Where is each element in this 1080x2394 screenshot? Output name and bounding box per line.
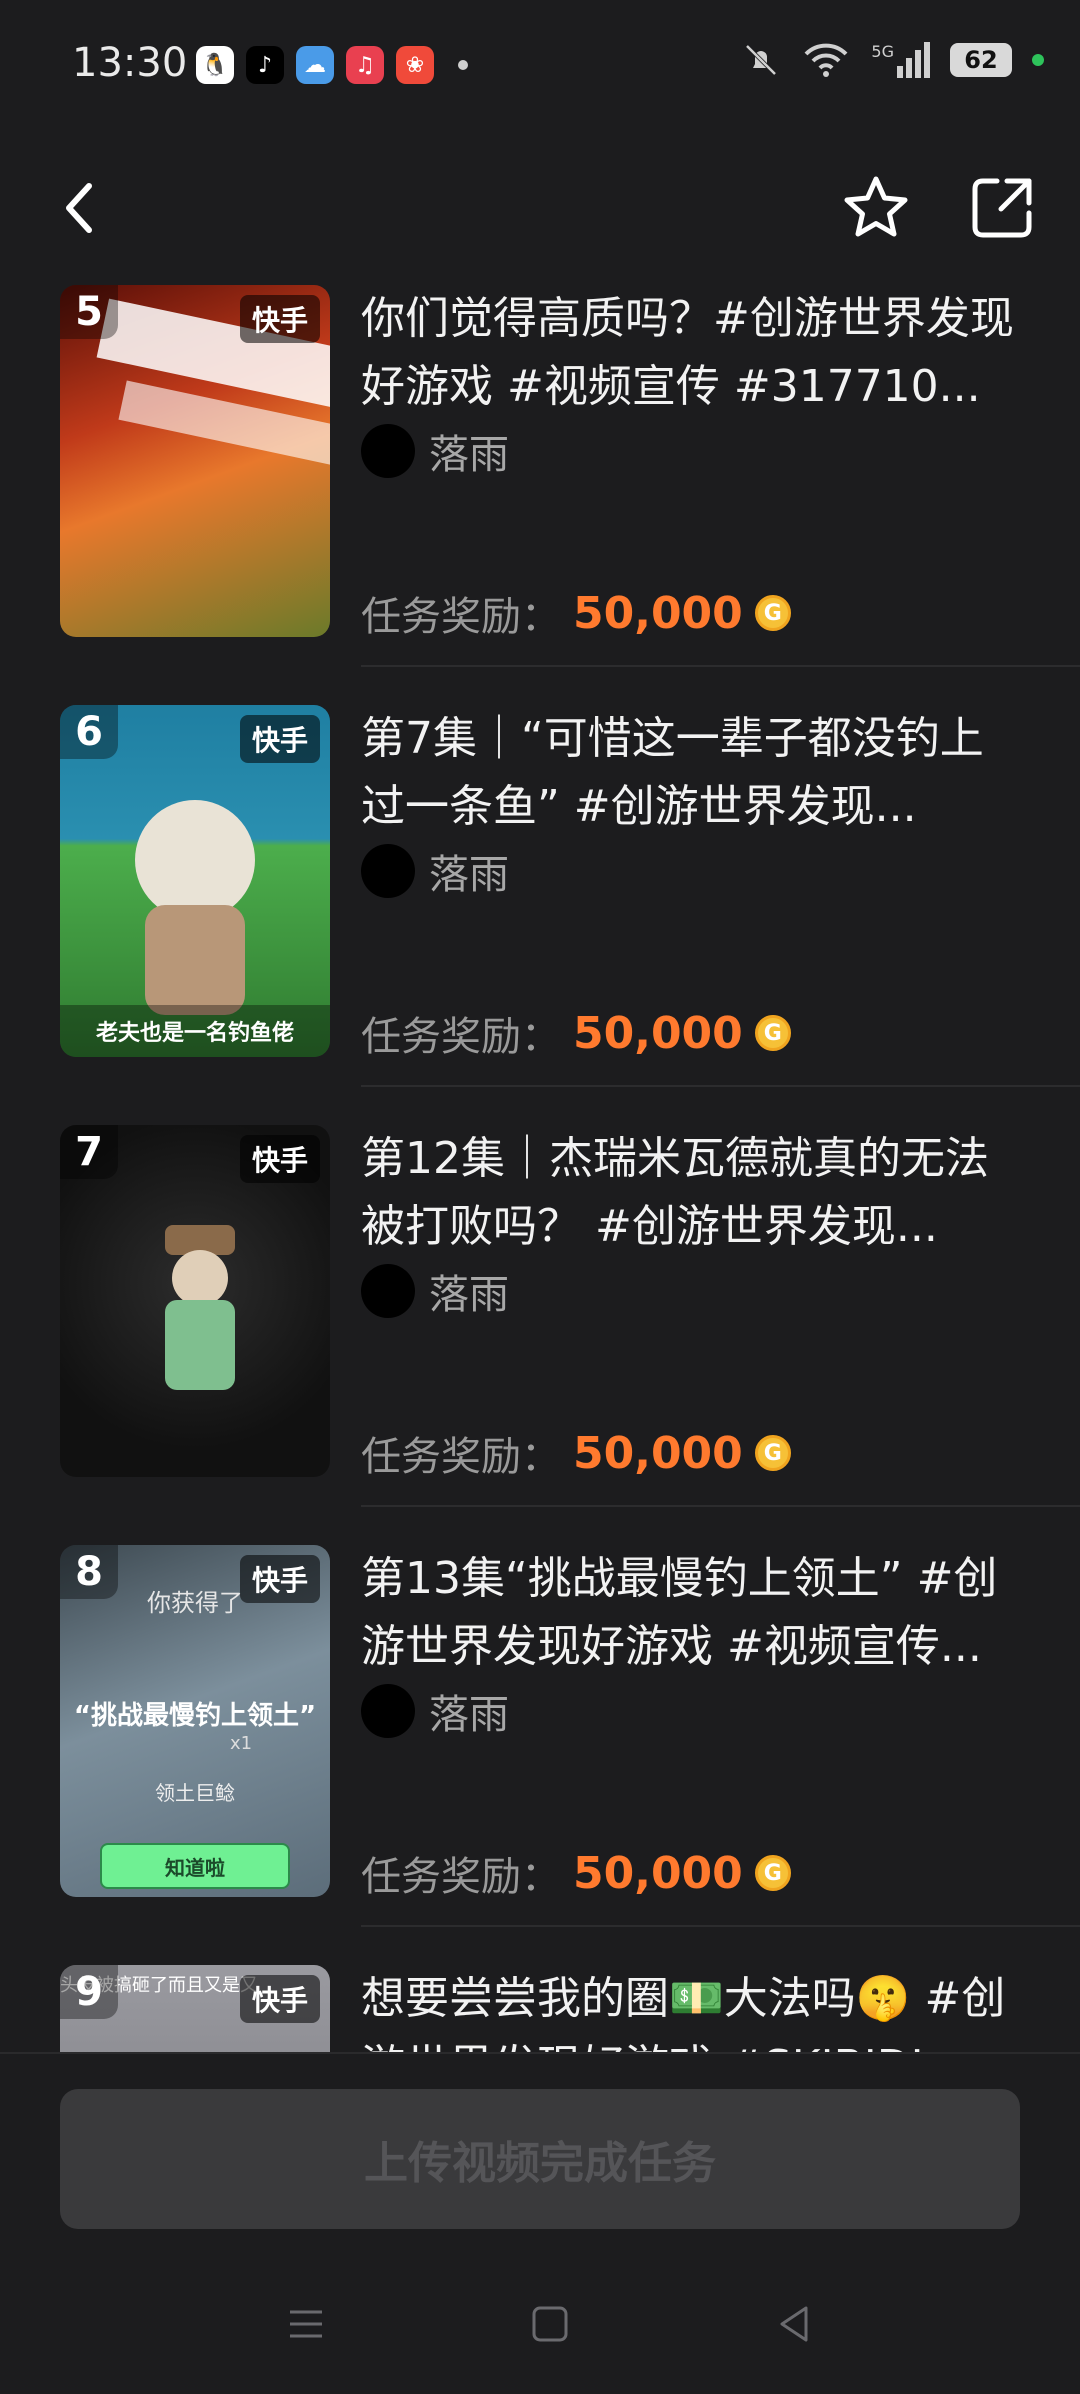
douyin-icon: ♪ — [246, 46, 284, 84]
video-thumbnail[interactable]: 你获得了 “挑战最慢钓上领土” x1 领土巨鲶 知道啦 8 快手 — [60, 1545, 330, 1897]
list-item[interactable]: 老夫也是一名钓鱼佬 6 快手 第7集｜“可惜这一辈子都没钓上过一条鱼” #创游世… — [0, 705, 1080, 1125]
reward-label: 任务奖励： — [361, 1014, 561, 1060]
notification-app-icons: 🐧 ♪ ☁ ♫ ❀ — [196, 46, 468, 84]
avatar — [361, 424, 415, 478]
reward-label: 任务奖励： — [361, 594, 561, 640]
list-item[interactable]: 你获得了 “挑战最慢钓上领土” x1 领土巨鲶 知道啦 8 快手 第13集“挑战… — [0, 1545, 1080, 1965]
rank-badge: 5 — [60, 285, 118, 339]
status-time: 13:30 — [72, 40, 188, 86]
list-item[interactable]: 5 快手 你们觉得高质吗？#创游世界发现好游戏 #视频宣传 #317710...… — [0, 285, 1080, 705]
mute-bell-icon — [746, 44, 777, 76]
platform-badge: 快手 — [239, 1555, 320, 1603]
author-info[interactable]: 落雨 — [361, 423, 509, 479]
share-icon — [972, 178, 1032, 238]
star-icon — [844, 176, 908, 237]
coin-icon: G — [754, 1855, 791, 1891]
author-name: 落雨 — [429, 1272, 509, 1318]
weather-icon: ☁ — [296, 46, 334, 84]
chevron-left-icon — [66, 183, 92, 233]
rank-badge: 6 — [60, 705, 118, 759]
video-title[interactable]: 想要尝尝我的圈💵大法吗🤫 #创游世界发现好游戏 #SKIBIDI... — [361, 1965, 1021, 2052]
thumbnail-text: x1 — [230, 1733, 253, 1754]
reward-value: 50,000 — [573, 1847, 743, 1899]
task-reward: 任务奖励： 50,000 G — [361, 585, 791, 641]
divider — [361, 1085, 1080, 1087]
reward-label: 任务奖励： — [361, 1434, 561, 1480]
video-title[interactable]: 第12集｜杰瑞米瓦德就真的无法被打败吗？ #创游世界发现... — [361, 1125, 1021, 1261]
thumbnail-text: 领土巨鲶 — [155, 1781, 235, 1805]
rank-badge: 7 — [60, 1125, 118, 1179]
video-title[interactable]: 第13集“挑战最慢钓上领土” #创游世界发现好游戏 #视频宣传... — [361, 1545, 1021, 1681]
reward-label: 任务奖励： — [361, 1854, 561, 1900]
platform-badge: 快手 — [239, 1135, 320, 1183]
menu-icon[interactable] — [282, 2300, 330, 2348]
author-info[interactable]: 落雨 — [361, 1683, 509, 1739]
video-task-list: 5 快手 你们觉得高质吗？#创游世界发现好游戏 #视频宣传 #317710...… — [0, 285, 1080, 2052]
author-name: 落雨 — [429, 432, 509, 478]
platform-badge: 快手 — [239, 715, 320, 763]
video-thumbnail[interactable]: 老夫也是一名钓鱼佬 6 快手 — [60, 705, 330, 1057]
divider — [361, 1505, 1080, 1507]
author-info[interactable]: 落雨 — [361, 843, 509, 899]
list-item[interactable]: 头发被搞砸了而且又是又 9 快手 想要尝尝我的圈💵大法吗🤫 #创游世界发现好游戏… — [0, 1965, 1080, 2052]
more-notifications-dot — [458, 60, 468, 70]
video-thumbnail[interactable]: 7 快手 — [60, 1125, 330, 1477]
top-navigation-bar — [0, 150, 1080, 260]
shop-icon: ❀ — [396, 46, 434, 84]
task-reward: 任务奖励： 50,000 G — [361, 1425, 791, 1481]
back-button[interactable] — [40, 168, 120, 248]
divider — [361, 1925, 1080, 1927]
reward-value: 50,000 — [573, 587, 743, 639]
video-title[interactable]: 你们觉得高质吗？#创游世界发现好游戏 #视频宣传 #317710... — [361, 285, 1021, 421]
qq-icon: 🐧 — [196, 46, 234, 84]
reward-value: 50,000 — [573, 1007, 743, 1059]
coin-icon: G — [754, 1435, 791, 1471]
status-bar: 13:30 🐧 ♪ ☁ ♫ ❀ 5G 62 — [0, 0, 1080, 130]
system-navigation-bar — [0, 2274, 1080, 2374]
platform-badge: 快手 — [239, 295, 320, 343]
avatar — [361, 1264, 415, 1318]
video-title[interactable]: 第7集｜“可惜这一辈子都没钓上过一条鱼” #创游世界发现... — [361, 705, 1021, 841]
author-info[interactable]: 落雨 — [361, 1263, 509, 1319]
share-button[interactable] — [962, 168, 1042, 248]
author-name: 落雨 — [429, 1692, 509, 1738]
favorite-button[interactable] — [836, 168, 916, 248]
rank-badge: 8 — [60, 1545, 118, 1599]
system-status-icons: 5G 62 — [741, 40, 1044, 80]
music-icon: ♫ — [346, 46, 384, 84]
reward-value: 50,000 — [573, 1427, 743, 1479]
thumbnail-ok-button: 知道啦 — [100, 1843, 290, 1889]
battery-icon: 62 — [950, 43, 1012, 77]
bottom-bar: 上传视频完成任务 — [0, 2052, 1080, 2394]
wifi-icon — [804, 43, 848, 77]
task-reward: 任务奖励： 50,000 G — [361, 1845, 791, 1901]
thumbnail-caption: 老夫也是一名钓鱼佬 — [60, 1005, 330, 1057]
author-name: 落雨 — [429, 852, 509, 898]
network-type: 5G — [871, 42, 894, 61]
task-reward: 任务奖励： 50,000 G — [361, 1005, 791, 1061]
back-triangle-icon[interactable] — [770, 2300, 818, 2348]
avatar — [361, 844, 415, 898]
upload-video-button[interactable]: 上传视频完成任务 — [60, 2089, 1020, 2229]
coin-icon: G — [754, 595, 791, 631]
divider — [361, 665, 1080, 667]
thumbnail-text: “挑战最慢钓上领土” — [73, 1701, 317, 1731]
cellular-signal-icon: 5G — [871, 42, 930, 78]
video-thumbnail[interactable]: 5 快手 — [60, 285, 330, 637]
rank-badge: 9 — [60, 1965, 118, 2019]
coin-icon: G — [754, 1015, 791, 1051]
video-thumbnail[interactable]: 头发被搞砸了而且又是又 9 快手 — [60, 1965, 330, 2052]
platform-badge: 快手 — [239, 1975, 320, 2023]
list-item[interactable]: 7 快手 第12集｜杰瑞米瓦德就真的无法被打败吗？ #创游世界发现... 落雨 … — [0, 1125, 1080, 1545]
avatar — [361, 1684, 415, 1738]
home-icon[interactable] — [526, 2300, 574, 2348]
privacy-indicator-dot — [1032, 54, 1044, 66]
